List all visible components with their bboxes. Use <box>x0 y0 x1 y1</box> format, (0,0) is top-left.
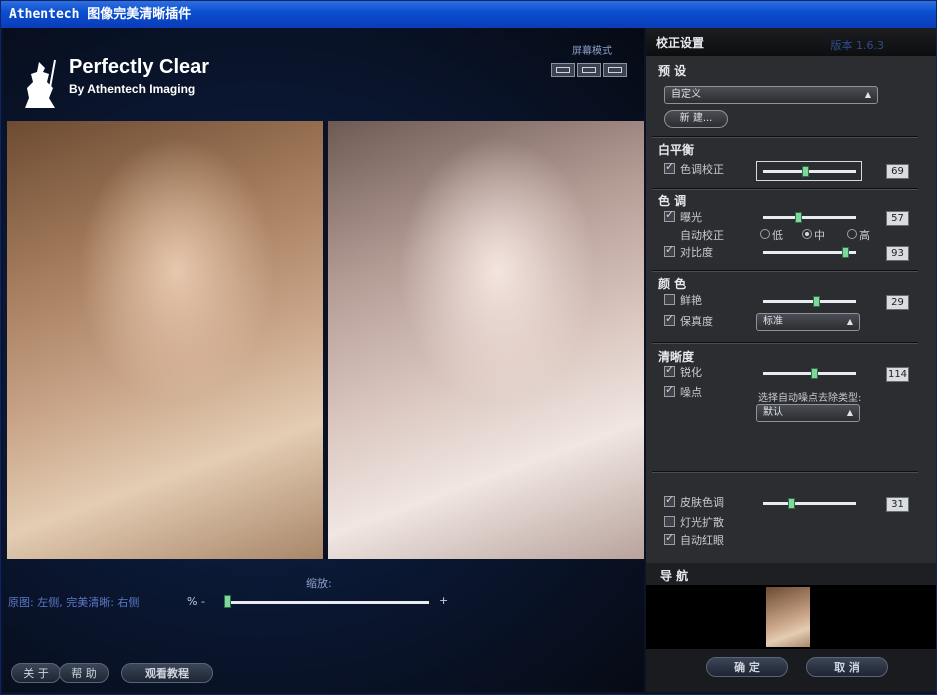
divider <box>652 136 918 138</box>
color-heading: 颜 色 <box>658 277 687 291</box>
chevron-updown-icon: ▲ <box>846 317 853 326</box>
help-button[interactable]: 帮 助 <box>59 663 109 683</box>
light-diffusion-label: 灯光扩散 <box>680 516 724 529</box>
sharpen-checkbox[interactable] <box>664 363 675 377</box>
tone-heading: 色 调 <box>658 194 687 208</box>
version-label: 版本 1.6.3 <box>830 39 885 52</box>
chevron-updown-icon: ▲ <box>846 408 853 417</box>
navigation-thumbnail[interactable] <box>766 587 810 647</box>
app-window: Athentech 图像完美清晰插件 Perfectly Clear By At… <box>0 0 937 695</box>
preset-select-value: 自定义 <box>671 89 701 100</box>
panel-title: 校正设置 <box>656 36 705 50</box>
exposure-slider[interactable] <box>763 216 856 219</box>
red-eye-checkbox[interactable] <box>664 531 675 545</box>
exposure-label: 曝光 <box>680 211 702 224</box>
preset-select[interactable]: 自定义 ▲ <box>664 86 878 104</box>
screen-mode: 屏幕模式 <box>551 42 633 77</box>
zoom-slider-thumb[interactable] <box>224 595 231 608</box>
sharpen-slider[interactable] <box>763 372 856 375</box>
auto-correct-mid-radio[interactable] <box>802 229 812 239</box>
tint-label: 色调校正 <box>680 163 724 176</box>
divider <box>652 188 918 190</box>
contrast-checkbox[interactable] <box>664 243 675 257</box>
skin-tone-slider-thumb[interactable] <box>788 498 795 509</box>
comparison-caption: 原图: 左侧, 完美清晰: 右侧 <box>8 596 140 609</box>
sharpen-value[interactable]: 114 <box>886 367 909 382</box>
dialog-buttons: 确 定 取 消 <box>646 649 936 692</box>
cancel-button[interactable]: 取 消 <box>806 657 888 677</box>
exposure-value[interactable]: 57 <box>886 211 909 226</box>
auto-correct-high-label: 高 <box>859 229 870 242</box>
screen-mode-label: 屏幕模式 <box>572 46 612 57</box>
vibrance-label: 鲜艳 <box>680 294 702 307</box>
tint-value[interactable]: 69 <box>886 164 909 179</box>
auto-correct-mid-label: 中 <box>814 229 825 242</box>
zoom-label: 缩放: <box>306 577 332 590</box>
logo-subtitle: By Athentech Imaging <box>69 82 196 96</box>
fidelity-select-value: 标准 <box>763 316 783 327</box>
preview-pane: Perfectly Clear By Athentech Imaging 屏幕模… <box>3 28 644 692</box>
tint-slider[interactable] <box>763 170 856 173</box>
auto-correct-high-radio[interactable] <box>847 229 857 239</box>
zoom-slider[interactable] <box>225 601 429 604</box>
contrast-value[interactable]: 93 <box>886 246 909 261</box>
zoom-minus[interactable]: % - <box>187 595 205 608</box>
fidelity-select[interactable]: 标准 ▲ <box>756 313 860 331</box>
skin-tone-label: 皮肤色调 <box>680 496 724 509</box>
about-button[interactable]: 关 于 <box>11 663 61 683</box>
noise-type-select-value: 默认 <box>763 407 783 418</box>
exposure-checkbox[interactable] <box>664 208 675 222</box>
noise-label: 噪点 <box>680 386 702 399</box>
tutorial-button[interactable]: 观看教程 <box>121 663 213 683</box>
auto-correct-label: 自动校正 <box>680 229 724 242</box>
corrected-image <box>328 121 644 559</box>
new-preset-button[interactable]: 新 建... <box>664 110 728 128</box>
fidelity-label: 保真度 <box>680 315 713 328</box>
exposure-slider-thumb[interactable] <box>795 212 802 223</box>
vibrance-slider[interactable] <box>763 300 856 303</box>
skin-tone-checkbox[interactable] <box>664 493 675 507</box>
white-balance-heading: 白平衡 <box>658 143 695 157</box>
knight-logo-icon <box>25 59 56 108</box>
vibrance-value[interactable]: 29 <box>886 295 909 310</box>
window-title: Athentech 图像完美清晰插件 <box>1 1 936 28</box>
original-image <box>7 121 323 559</box>
skin-tone-value[interactable]: 31 <box>886 497 909 512</box>
noise-checkbox[interactable] <box>664 383 675 397</box>
auto-correct-low-radio[interactable] <box>760 229 770 239</box>
light-diffusion-checkbox[interactable] <box>664 516 675 527</box>
tint-slider-thumb[interactable] <box>802 166 809 177</box>
divider <box>652 270 918 272</box>
navigation-area[interactable] <box>646 585 936 649</box>
navigation-header: 导 航 <box>646 563 936 585</box>
vibrance-slider-thumb[interactable] <box>813 296 820 307</box>
split-horizontal-mode-button[interactable] <box>577 63 601 77</box>
sharpen-slider-thumb[interactable] <box>811 368 818 379</box>
zoom-plus[interactable]: + <box>439 594 448 607</box>
tint-checkbox[interactable] <box>664 160 675 174</box>
presets-heading: 预 设 <box>658 64 687 78</box>
split-vertical-mode-button[interactable] <box>551 63 575 77</box>
skin-tone-slider[interactable] <box>763 502 856 505</box>
vibrance-checkbox[interactable] <box>664 294 675 305</box>
noise-type-label: 选择自动噪点去除类型: <box>758 393 862 404</box>
divider <box>652 471 918 473</box>
brand-logo: Perfectly Clear By Athentech Imaging <box>13 48 263 108</box>
sharpness-heading: 清晰度 <box>658 350 695 364</box>
noise-type-select[interactable]: 默认 ▲ <box>756 404 860 422</box>
red-eye-label: 自动红眼 <box>680 534 724 547</box>
auto-correct-low-label: 低 <box>772 229 783 242</box>
contrast-slider-thumb[interactable] <box>842 247 849 258</box>
divider <box>652 342 918 344</box>
settings-panel: 校正设置 版本 1.6.3 预 设 自定义 ▲ 新 建... 白平衡 色调校正 … <box>646 28 936 692</box>
navigation-heading: 导 航 <box>660 569 689 583</box>
contrast-label: 对比度 <box>680 246 713 259</box>
fidelity-checkbox[interactable] <box>664 312 675 326</box>
panel-header: 校正设置 版本 1.6.3 <box>646 28 936 56</box>
logo-title: Perfectly Clear <box>69 56 210 78</box>
chevron-updown-icon: ▲ <box>864 90 871 99</box>
ok-button[interactable]: 确 定 <box>706 657 788 677</box>
sharpen-label: 锐化 <box>680 366 702 379</box>
single-view-mode-button[interactable] <box>603 63 627 77</box>
